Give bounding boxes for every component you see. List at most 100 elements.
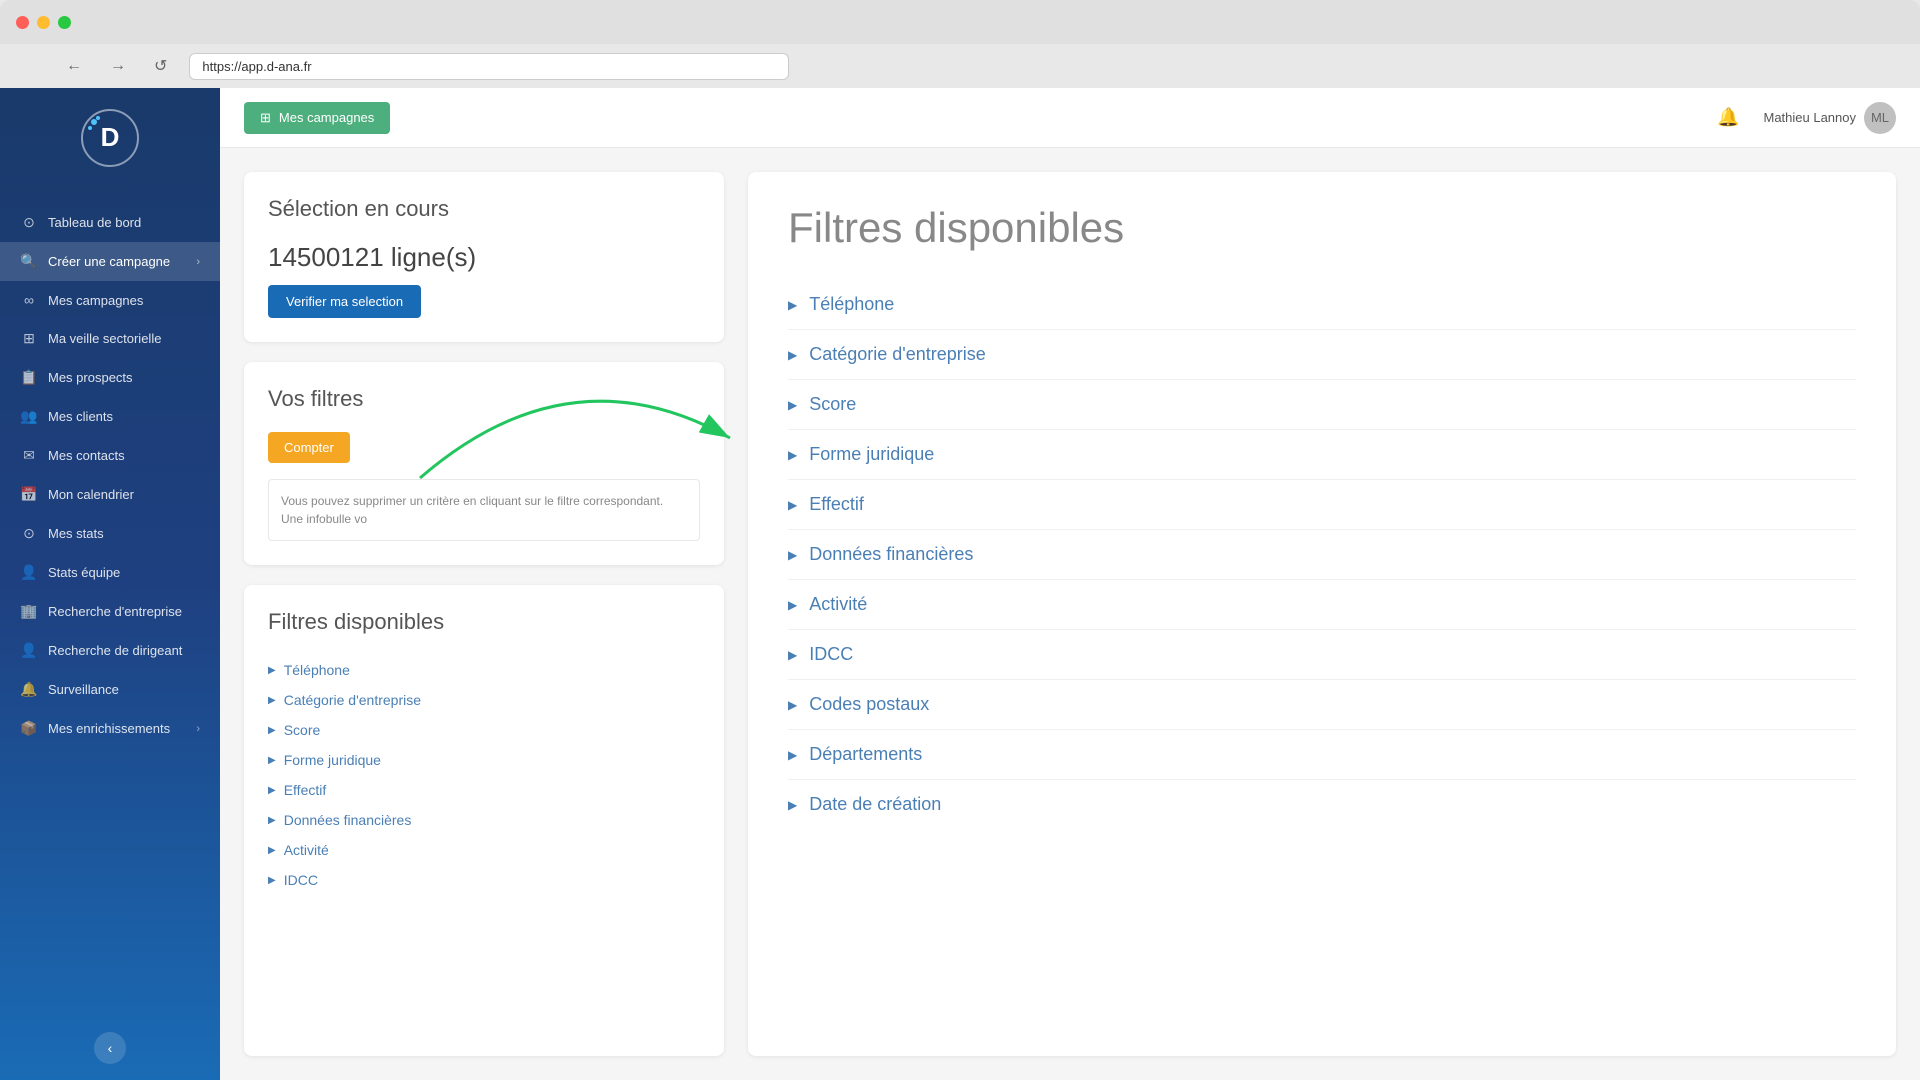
team-icon: 👤 (20, 564, 38, 581)
dashboard-icon: ⊙ (20, 214, 38, 231)
right-filtre-date-creation[interactable]: ▶ Date de création (788, 780, 1856, 829)
sidebar-item-mes-contacts[interactable]: ✉ Mes contacts (0, 436, 220, 475)
mes-campagnes-button[interactable]: ⊞ Mes campagnes (244, 102, 390, 134)
filtres-dispo-right-title: Filtres disponibles (788, 204, 1856, 252)
contacts-icon: ✉ (20, 447, 38, 464)
filtre-forme-left[interactable]: ▶ Forme juridique (268, 745, 700, 775)
triangle-right-icon: ▶ (788, 548, 797, 562)
sidebar-item-label: Créer une campagne (48, 254, 170, 269)
triangle-right-icon: ▶ (788, 348, 797, 362)
sidebar-item-recherche-entreprise[interactable]: 🏢 Recherche d'entreprise (0, 592, 220, 631)
triangle-right-icon: ▶ (268, 695, 276, 706)
sidebar-item-mes-stats[interactable]: ⊙ Mes stats (0, 514, 220, 553)
traffic-light-green[interactable] (58, 16, 71, 29)
sidebar-item-label: Tableau de bord (48, 215, 141, 230)
sidebar-item-tableau-de-bord[interactable]: ⊙ Tableau de bord (0, 203, 220, 242)
sidebar-item-label: Ma veille sectorielle (48, 331, 161, 346)
sidebar-item-mes-clients[interactable]: 👥 Mes clients (0, 397, 220, 436)
app-container: D ⊙ Tableau de bord 🔍 Créer une campagne… (0, 88, 1920, 1080)
sidebar-item-mes-campagnes[interactable]: ∞ Mes campagnes (0, 281, 220, 319)
sidebar-item-mes-prospects[interactable]: 📋 Mes prospects (0, 358, 220, 397)
right-filtre-label: Forme juridique (809, 444, 934, 465)
right-filtre-label: Codes postaux (809, 694, 929, 715)
right-filtre-label: Effectif (809, 494, 864, 515)
svg-text:D: D (101, 122, 120, 152)
sidebar-item-creer-campagne[interactable]: 🔍 Créer une campagne › (0, 242, 220, 281)
sidebar-item-label: Recherche d'entreprise (48, 604, 182, 619)
filtre-donnees-left[interactable]: ▶ Données financières (268, 805, 700, 835)
traffic-light-red[interactable] (16, 16, 29, 29)
filtre-categorie-left[interactable]: ▶ Catégorie d'entreprise (268, 685, 700, 715)
right-filtre-telephone[interactable]: ▶ Téléphone (788, 280, 1856, 330)
right-filtre-effectif[interactable]: ▶ Effectif (788, 480, 1856, 530)
forward-button[interactable]: → (104, 53, 132, 79)
right-filtre-codes-postaux[interactable]: ▶ Codes postaux (788, 680, 1856, 730)
refresh-button[interactable]: ↺ (148, 52, 173, 80)
stats-icon: ⊙ (20, 525, 38, 542)
right-filtre-score[interactable]: ▶ Score (788, 380, 1856, 430)
bell-icon: 🔔 (20, 681, 38, 698)
sidebar-item-mes-enrichissements[interactable]: 📦 Mes enrichissements › (0, 709, 220, 748)
ligne-count: 14500121 ligne(s) (268, 242, 700, 273)
right-filtre-label: IDCC (809, 644, 853, 665)
right-filtre-categorie[interactable]: ▶ Catégorie d'entreprise (788, 330, 1856, 380)
filtre-label: Score (284, 722, 321, 738)
filtres-disponibles-right: Filtres disponibles ▶ Téléphone ▶ Catégo… (748, 172, 1896, 1056)
sidebar-item-mon-calendrier[interactable]: 📅 Mon calendrier (0, 475, 220, 514)
right-filtre-departements[interactable]: ▶ Départements (788, 730, 1856, 780)
triangle-right-icon: ▶ (268, 815, 276, 826)
user-menu[interactable]: Mathieu Lannoy ML (1763, 102, 1896, 134)
filtre-label: Catégorie d'entreprise (284, 692, 421, 708)
sidebar-item-label: Mes clients (48, 409, 113, 424)
filtres-disponibles-left: Filtres disponibles ▶ Téléphone ▶ Catégo… (244, 585, 724, 1056)
triangle-right-icon: ▶ (788, 648, 797, 662)
sidebar: D ⊙ Tableau de bord 🔍 Créer une campagne… (0, 88, 220, 1080)
grid-icon: ⊞ (260, 110, 271, 126)
sidebar-bottom: ‹ (0, 1016, 220, 1080)
filtre-label: Données financières (284, 812, 412, 828)
filtre-idcc-left[interactable]: ▶ IDCC (268, 865, 700, 895)
triangle-right-icon: ▶ (788, 398, 797, 412)
sidebar-item-label: Mon calendrier (48, 487, 134, 502)
traffic-light-yellow[interactable] (37, 16, 50, 29)
filtre-score-left[interactable]: ▶ Score (268, 715, 700, 745)
url-bar[interactable] (189, 53, 789, 80)
collapse-sidebar-button[interactable]: ‹ (94, 1032, 126, 1064)
right-filtre-label: Catégorie d'entreprise (809, 344, 986, 365)
sidebar-item-ma-veille[interactable]: ⊞ Ma veille sectorielle (0, 319, 220, 358)
sidebar-item-label: Mes prospects (48, 370, 133, 385)
topbar: ⊞ Mes campagnes 🔔 Mathieu Lannoy ML (220, 88, 1920, 148)
content-wrapper: Sélection en cours 14500121 ligne(s) Ver… (220, 148, 1920, 1080)
selection-title: Sélection en cours (268, 196, 700, 222)
right-filtre-label: Date de création (809, 794, 941, 815)
notification-bell-icon[interactable]: 🔔 (1717, 107, 1739, 128)
right-filtre-forme[interactable]: ▶ Forme juridique (788, 430, 1856, 480)
right-filtre-donnees[interactable]: ▶ Données financières (788, 530, 1856, 580)
dirigeant-icon: 👤 (20, 642, 38, 659)
filtre-activite-left[interactable]: ▶ Activité (268, 835, 700, 865)
triangle-right-icon: ▶ (268, 725, 276, 736)
triangle-right-icon: ▶ (788, 298, 797, 312)
right-filtre-activite[interactable]: ▶ Activité (788, 580, 1856, 630)
sidebar-item-stats-equipe[interactable]: 👤 Stats équipe (0, 553, 220, 592)
sidebar-item-surveillance[interactable]: 🔔 Surveillance (0, 670, 220, 709)
verify-selection-button[interactable]: Verifier ma selection (268, 285, 421, 318)
right-filtre-idcc[interactable]: ▶ IDCC (788, 630, 1856, 680)
filtre-label: Téléphone (284, 662, 350, 678)
filtres-hint: Vous pouvez supprimer un critère en cliq… (268, 479, 700, 541)
calendar-icon: 📅 (20, 486, 38, 503)
sidebar-item-recherche-dirigeant[interactable]: 👤 Recherche de dirigeant (0, 631, 220, 670)
back-button[interactable]: ← (60, 53, 88, 79)
sidebar-item-label: Mes stats (48, 526, 104, 541)
selection-card: Sélection en cours 14500121 ligne(s) Ver… (244, 172, 724, 342)
veille-icon: ⊞ (20, 330, 38, 347)
sidebar-nav: ⊙ Tableau de bord 🔍 Créer une campagne ›… (0, 193, 220, 1016)
filtre-telephone-left[interactable]: ▶ Téléphone (268, 655, 700, 685)
triangle-right-icon: ▶ (268, 875, 276, 886)
filtre-effectif-left[interactable]: ▶ Effectif (268, 775, 700, 805)
browser-chrome: ← → ↺ (0, 0, 1920, 88)
sidebar-item-label: Stats équipe (48, 565, 120, 580)
compter-button[interactable]: Compter (268, 432, 350, 463)
logo-icon: D (80, 108, 140, 168)
chevron-right-icon: › (196, 256, 200, 268)
